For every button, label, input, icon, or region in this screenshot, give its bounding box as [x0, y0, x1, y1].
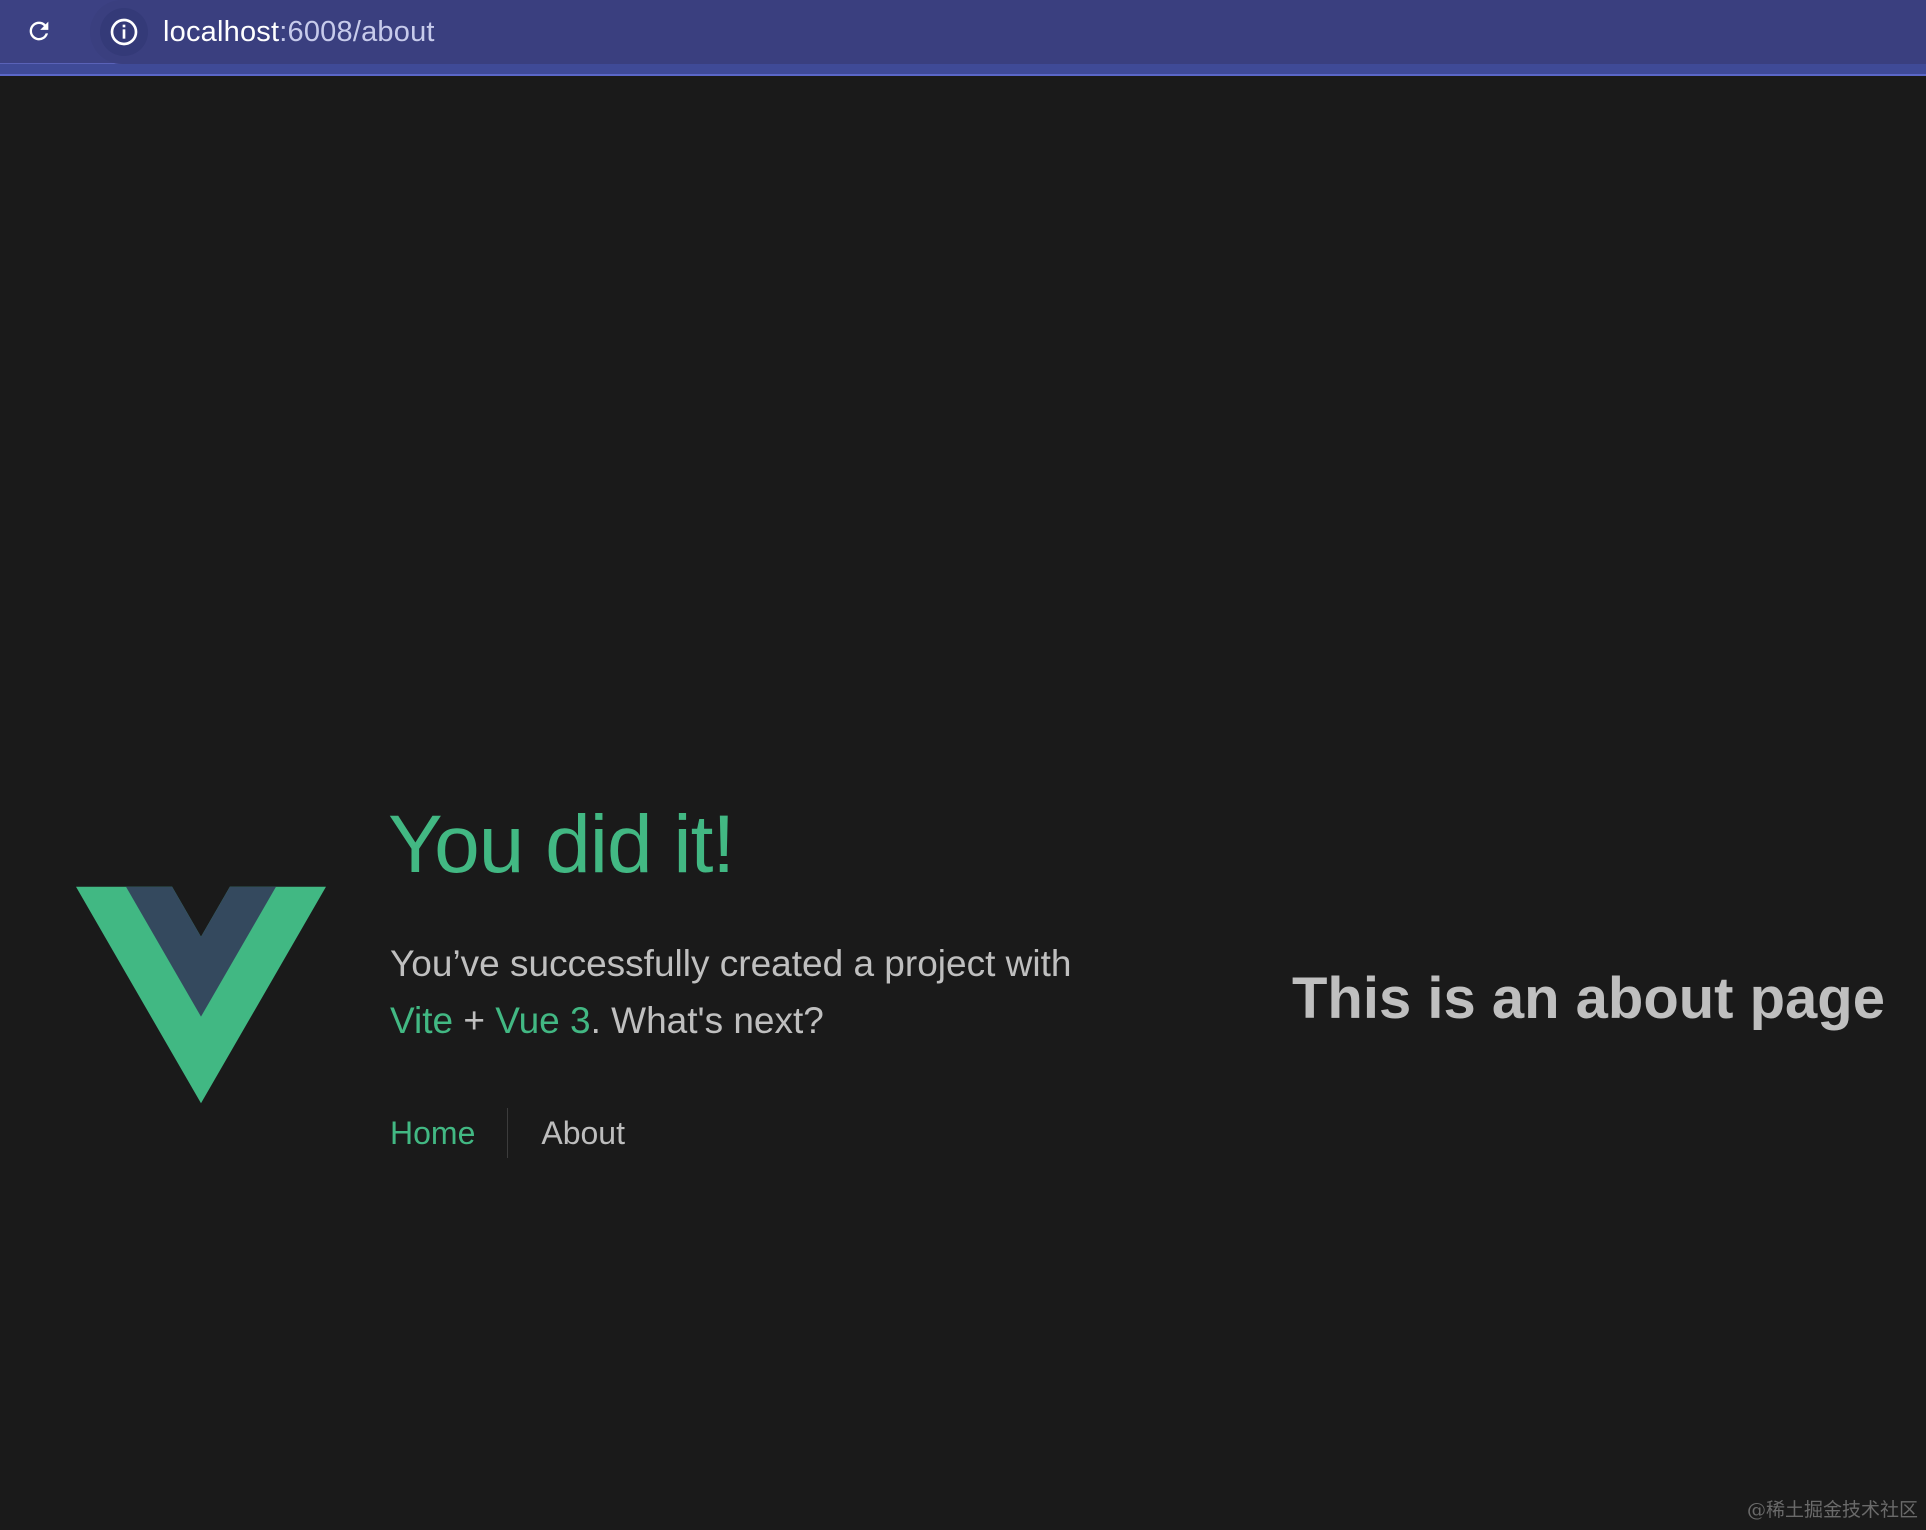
subtitle-plus: + — [453, 1000, 496, 1041]
toolbar-divider — [0, 64, 1926, 76]
main-nav: Home About — [390, 1108, 625, 1158]
subtitle-text: You’ve successfully created a project wi… — [390, 943, 1072, 984]
url-host: localhost — [163, 16, 280, 48]
vue-link[interactable]: Vue 3 — [495, 1000, 590, 1041]
nav-home-link[interactable]: Home — [390, 1115, 507, 1152]
site-info-button[interactable] — [100, 8, 148, 56]
reload-button[interactable] — [22, 14, 56, 48]
watermark: @稀土掘金技术社区 — [1746, 1499, 1918, 1521]
about-heading: This is an about page — [1292, 966, 1885, 1031]
hero-subtitle: You’ve successfully created a project wi… — [390, 935, 1150, 1049]
vite-link[interactable]: Vite — [390, 1000, 453, 1041]
page-title: You did it! — [388, 799, 735, 890]
vue-logo — [76, 886, 326, 1104]
nav-about-link[interactable]: About — [508, 1115, 625, 1152]
info-icon — [110, 18, 138, 46]
subtitle-suffix: . What's next? — [590, 1000, 824, 1041]
url-text[interactable]: localhost:6008/about — [163, 12, 435, 52]
url-path: :6008/about — [279, 16, 435, 48]
reload-icon — [29, 21, 49, 41]
